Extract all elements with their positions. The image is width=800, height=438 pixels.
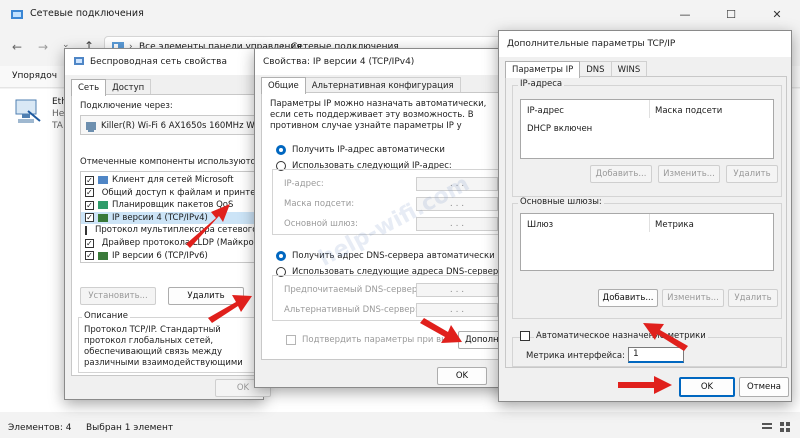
annotation-arrows [186, 204, 688, 394]
tab-general[interactable]: Общие [261, 77, 306, 94]
arrow-to-metric-field [643, 323, 688, 351]
arrow-to-ok-button [618, 376, 672, 394]
arrow-to-advanced-button [420, 318, 462, 343]
tab-network[interactable]: Сеть [71, 79, 107, 96]
arrow-to-ipv4 [186, 204, 230, 248]
tab-ip-settings[interactable]: Параметры IP [505, 61, 581, 78]
arrow-to-properties-button [208, 295, 252, 323]
